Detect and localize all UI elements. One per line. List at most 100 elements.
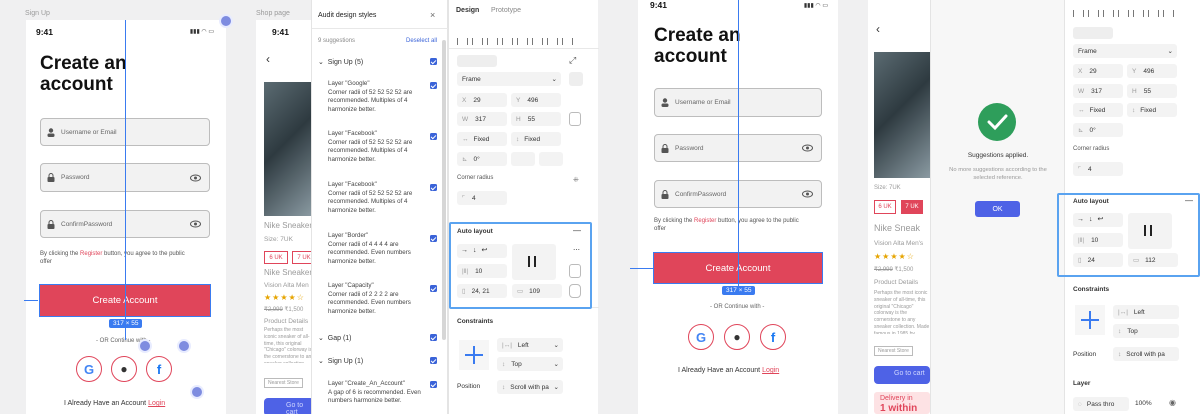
x-input[interactable]: X 29 (457, 93, 507, 107)
size-pill-selected[interactable]: 7 UK (901, 200, 923, 214)
suggestion-item: Layer "Facebook" Corner radii of 52 52 52… (328, 181, 413, 214)
register-link[interactable]: Register (80, 251, 102, 257)
status-time: 9:41 (650, 0, 668, 10)
constraints-heading: Constraints (1073, 286, 1110, 293)
group-checkbox[interactable] (430, 58, 437, 65)
ok-button[interactable]: OK (975, 201, 1020, 217)
shop-phone-frame-2[interactable]: ‹ Size: 7UK 6 UK 7 UK Nike Sneak Vision … (868, 0, 930, 414)
nearest-store-tag[interactable]: Nearest Store (874, 346, 913, 356)
size-pill[interactable]: 6 UK (874, 200, 896, 214)
back-arrow-icon[interactable]: ‹ (876, 22, 880, 36)
suggestion-checkbox[interactable] (430, 235, 437, 242)
flip-vertical-button[interactable] (539, 152, 563, 166)
position-select[interactable]: ↕ Scroll with pa (1113, 347, 1179, 361)
alignment-toolbar[interactable] (1073, 4, 1178, 17)
login-link[interactable]: Login (148, 400, 165, 407)
login-link[interactable]: Login (762, 367, 779, 374)
google-button[interactable]: G (688, 324, 714, 350)
google-icon: G (83, 361, 95, 377)
constrain-proportions-icon[interactable] (569, 112, 581, 126)
layout-mode-switch[interactable] (457, 55, 497, 67)
layout-guide (125, 20, 126, 340)
size-pill[interactable]: 7 UK (292, 251, 312, 264)
suggestion-checkbox[interactable] (430, 184, 437, 191)
lock-icon (47, 173, 55, 182)
rotation-input[interactable]: ⊾ 0° (457, 152, 507, 166)
close-icon[interactable]: × (430, 10, 435, 20)
height-sizing-select[interactable]: ↕ Fixed (1127, 103, 1177, 117)
corner-radius-input[interactable]: ⌜ 4 (457, 191, 507, 205)
shop-phone-frame[interactable]: 9:41 ‹ Nike Sneakers Size: 7UK 6 UK 7 UK… (256, 20, 312, 414)
opacity-value[interactable]: 100% (1135, 400, 1152, 407)
register-link[interactable]: Register (694, 218, 716, 224)
size-pill[interactable]: 6 UK (264, 251, 288, 264)
suggestion-checkbox[interactable] (430, 381, 437, 388)
h-input[interactable]: H 55 (511, 112, 561, 126)
page-title: Create an account (654, 25, 741, 67)
y-input[interactable]: Y 496 (1127, 64, 1177, 78)
eye-icon[interactable] (802, 190, 813, 198)
apple-button[interactable]: ● (724, 324, 750, 350)
google-button[interactable]: G (76, 356, 102, 382)
group-header[interactable]: ⌄ Sign Up (1) (318, 357, 363, 365)
rotation-input[interactable]: ⊾ 0° (1073, 123, 1123, 137)
scrollbar[interactable] (442, 40, 446, 340)
frame-options-button[interactable] (569, 72, 583, 86)
alignment-toolbar[interactable] (457, 32, 577, 45)
back-arrow-icon[interactable]: ‹ (266, 52, 270, 66)
w-input[interactable]: W 317 (457, 112, 507, 126)
nearest-store-tag[interactable]: Nearest Store (264, 378, 303, 388)
suggestion-item: Layer "Capacity" Corner radii of 2 2 2 2 … (328, 282, 411, 315)
x-input[interactable]: X 29 (1073, 64, 1123, 78)
corner-radius-input[interactable]: ⌜ 4 (1073, 162, 1123, 176)
facebook-button[interactable]: f (760, 324, 786, 350)
facebook-button[interactable]: f (146, 356, 172, 382)
suggestion-checkbox[interactable] (430, 285, 437, 292)
position-select[interactable]: ↕ Scroll with pa ⌄ (497, 380, 563, 394)
independent-corners-icon[interactable]: ⁜ (573, 176, 579, 184)
width-sizing-select[interactable]: ↔ Fixed (1073, 103, 1123, 117)
signup-phone-frame[interactable]: 9:41 ▮▮▮ ◠ ▭ Create an account Username o… (26, 20, 226, 414)
suggestion-checkbox[interactable] (430, 82, 437, 89)
group-header[interactable]: ⌄ Sign Up (5) (318, 58, 363, 66)
eye-icon[interactable]: ◉ (1169, 398, 1176, 407)
group-checkbox[interactable] (430, 334, 437, 341)
height-sizing-select[interactable]: ↕ Fixed (511, 132, 561, 146)
tab-design[interactable]: Design (456, 7, 479, 14)
y-input[interactable]: Y 496 (511, 93, 561, 107)
audit-title: Audit design styles (318, 12, 377, 19)
apple-button[interactable]: ● (111, 356, 137, 382)
vertical-constraint-select[interactable]: ↕ Top (1113, 324, 1179, 338)
eye-icon[interactable] (190, 220, 201, 228)
frame-select[interactable]: Frame ⌄ (457, 72, 561, 86)
flip-horizontal-button[interactable] (511, 152, 535, 166)
status-icons: ▮▮▮ ◠ ▭ (803, 3, 828, 9)
h-input[interactable]: H 55 (1127, 84, 1177, 98)
frame-select[interactable]: Frame ⌄ (1073, 44, 1177, 58)
suggestion-item: Layer "Facebook" Corner radii of 52 52 52… (328, 130, 413, 163)
deselect-all-link[interactable]: Deselect all (406, 38, 437, 44)
corner-radius-label: Corner radius (457, 175, 494, 181)
horizontal-constraint-select[interactable]: |↔| Left ⌄ (497, 338, 563, 352)
w-input[interactable]: W 317 (1073, 84, 1123, 98)
suggestion-item: Layer "Google" Corner radii of 52 52 52 5… (328, 80, 413, 113)
eye-icon[interactable] (802, 144, 813, 152)
tab-prototype[interactable]: Prototype (491, 7, 521, 14)
constraints-widget[interactable] (459, 340, 489, 370)
google-icon: G (695, 329, 707, 345)
suggestion-checkbox[interactable] (430, 133, 437, 140)
group-checkbox[interactable] (430, 357, 437, 364)
go-to-cart-button[interactable]: Go to cart (264, 398, 312, 414)
constraints-widget[interactable] (1075, 305, 1105, 335)
group-header[interactable]: ⌄ Gap (1) (318, 334, 352, 342)
vertical-constraint-select[interactable]: ↕ Top ⌄ (497, 357, 563, 371)
go-to-cart-button[interactable]: Go to cart (874, 366, 930, 384)
horizontal-constraint-select[interactable]: |↔| Left (1113, 305, 1179, 319)
terms-text: By clicking the Register button, you agr… (654, 218, 799, 233)
resize-icon[interactable]: ⤢ (569, 55, 576, 66)
layout-mode-switch[interactable] (1073, 27, 1113, 39)
eye-icon[interactable] (190, 174, 201, 181)
lock-icon (47, 219, 55, 229)
width-sizing-select[interactable]: ↔ Fixed (457, 132, 507, 146)
blend-mode-select[interactable]: ◌ Pass thro (1073, 397, 1129, 411)
